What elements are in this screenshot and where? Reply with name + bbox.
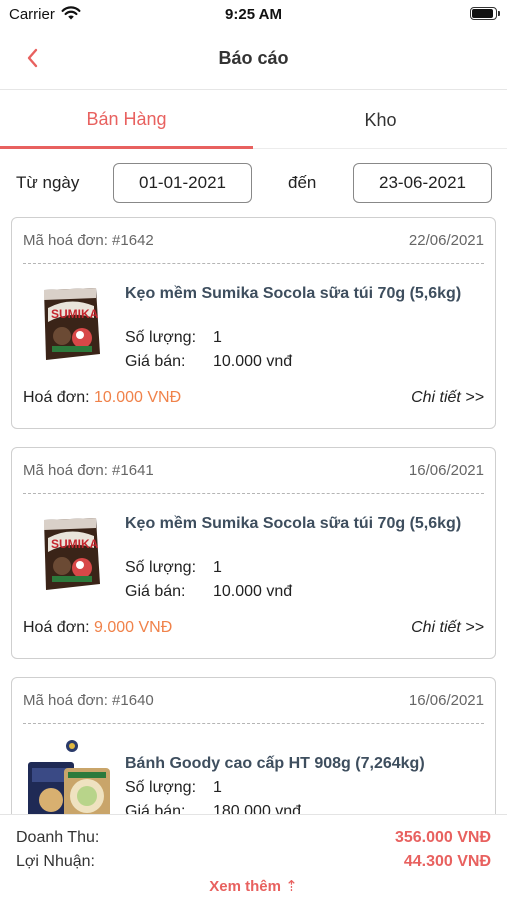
tab-bar: Bán Hàng Kho	[0, 91, 507, 149]
invoice-date: 16/06/2021	[408, 462, 484, 479]
candy-bag-icon: SUMIKA	[34, 284, 110, 364]
to-date-field[interactable]: 23-06-2021	[353, 163, 492, 203]
candy-bag-icon: SUMIKA	[34, 514, 110, 594]
navigation-bar: Báo cáo	[0, 28, 507, 90]
quantity-label: Số lượng:	[125, 559, 197, 576]
invoice-code: Mã hoá đơn: #1640	[23, 692, 154, 709]
product-name: Kẹo mềm Sumika Socola sữa túi 70g (5,6kg…	[125, 285, 462, 302]
tab-sales[interactable]: Bán Hàng	[0, 91, 253, 149]
detail-link[interactable]: Chi tiết >>	[411, 389, 484, 407]
divider	[23, 493, 484, 494]
invoice-code: Mã hoá đơn: #1642	[23, 232, 154, 249]
profit-label: Lợi Nhuận:	[16, 853, 95, 870]
status-bar: Carrier 9:25 AM	[0, 0, 507, 28]
total-amount: 10.000 VNĐ	[93, 389, 182, 406]
invoice-date: 22/06/2021	[408, 232, 484, 249]
price-value: 10.000 vnđ	[213, 583, 293, 600]
divider	[23, 723, 484, 724]
quantity-value: 1	[213, 779, 222, 796]
divider	[23, 263, 484, 264]
total-amount: 9.000 VNĐ	[93, 619, 173, 636]
summary-panel: Doanh Thu: 356.000 VNĐ Lợi Nhuận: 44.300…	[0, 814, 507, 900]
profit-value: 44.300 VNĐ	[403, 853, 491, 870]
battery-icon	[470, 7, 500, 20]
clock: 9:25 AM	[225, 6, 282, 23]
price-label: Giá bán:	[125, 353, 186, 370]
quantity-label: Số lượng:	[125, 779, 197, 796]
invoice-total: Hoá đơn: 10.000 VNĐ	[23, 389, 181, 407]
price-label: Giá bán:	[125, 583, 186, 600]
to-date-label: đến	[288, 173, 317, 192]
quantity-value: 1	[213, 329, 222, 346]
product-name: Kẹo mềm Sumika Socola sữa túi 70g (5,6kg…	[125, 515, 462, 532]
page-title: Báo cáo	[218, 48, 289, 68]
from-date-field[interactable]: 01-01-2021	[113, 163, 252, 203]
quantity-label: Số lượng:	[125, 329, 197, 346]
product-name: Bánh Goody cao cấp HT 908g (7,264kg)	[125, 755, 425, 772]
price-value: 10.000 vnđ	[213, 353, 293, 370]
invoice-card[interactable]: Mã hoá đơn: #1642 22/06/2021 SUMIKA Kẹo …	[11, 217, 496, 429]
detail-link[interactable]: Chi tiết >>	[411, 619, 484, 637]
arrow-up-icon: ⇡	[285, 878, 298, 895]
invoice-date: 16/06/2021	[408, 692, 484, 709]
quantity-value: 1	[213, 559, 222, 576]
from-date-label: Từ ngày	[16, 173, 80, 192]
invoice-code: Mã hoá đơn: #1641	[23, 462, 154, 479]
revenue-value: 356.000 VNĐ	[394, 829, 491, 846]
tab-inventory[interactable]: Kho	[254, 91, 507, 149]
see-more-button[interactable]: Xem thêm ⇡	[0, 877, 507, 895]
total-label: Hoá đơn:	[23, 619, 90, 636]
invoice-total: Hoá đơn: 9.000 VNĐ	[23, 619, 172, 637]
revenue-label: Doanh Thu:	[16, 829, 100, 846]
invoice-card[interactable]: Mã hoá đơn: #1641 16/06/2021 SUMIKA Kẹo …	[11, 447, 496, 659]
date-filter: Từ ngày 01-01-2021 đến 23-06-2021	[0, 163, 507, 203]
total-label: Hoá đơn:	[23, 389, 90, 406]
svg-text:SUMIKA: SUMIKA	[51, 537, 99, 551]
see-more-label: Xem thêm	[209, 878, 281, 895]
svg-text:SUMIKA: SUMIKA	[51, 307, 99, 321]
